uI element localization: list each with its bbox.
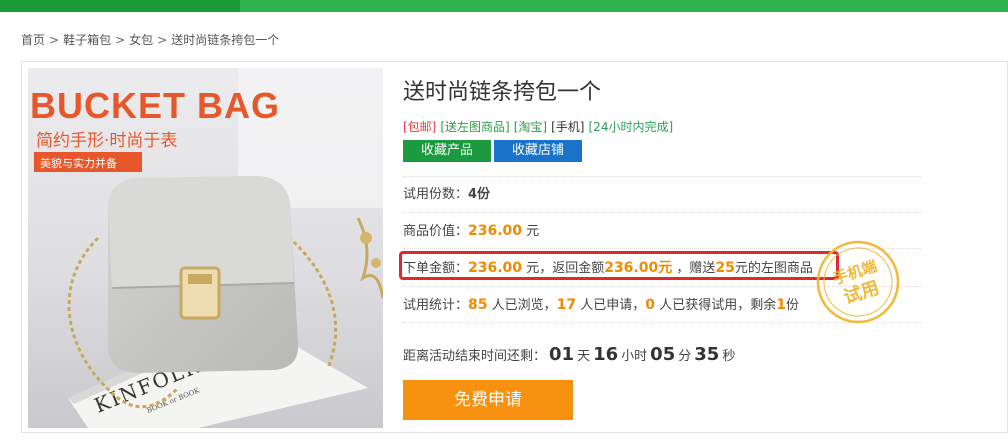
product-panel: BUCKET BAG 简约手形·时尚于表 美貌与实力并备 KINFOLK BOO…	[21, 61, 1008, 433]
trial-count-label: 试用份数：	[403, 187, 469, 202]
product-title: 送时尚链条挎包一个	[403, 80, 602, 105]
countdown-minutes-unit: 分	[678, 349, 692, 364]
price-unit: 元	[526, 224, 540, 239]
countdown-days-unit: 天	[577, 349, 591, 364]
price-label: 商品价值：	[403, 224, 469, 239]
tag-24h: [24小时内完成]	[588, 120, 674, 134]
trial-count-value: 4份	[468, 187, 491, 202]
order-highlight-box	[399, 251, 839, 280]
breadcrumb-home[interactable]: 首页	[21, 31, 45, 48]
product-image: BUCKET BAG 简约手形·时尚于表 美貌与实力并备 KINFOLK BOO…	[28, 68, 383, 428]
stats-applies: 17	[556, 297, 577, 313]
tag-free-shipping: [包邮]	[403, 120, 437, 134]
breadcrumb-bags[interactable]: 鞋子箱包	[63, 31, 111, 48]
countdown-hours: 16	[593, 344, 619, 365]
tag-taobao: [淘宝]	[513, 120, 548, 134]
countdown-seconds: 35	[694, 344, 720, 365]
breadcrumb-separator: >	[115, 33, 126, 47]
tag-list: [包邮] [送左图商品] [淘宝] [手机] [24小时内完成]	[403, 118, 677, 135]
countdown-minutes: 05	[650, 344, 676, 365]
countdown-hours-unit: 小时	[621, 349, 648, 364]
countdown-days: 01	[549, 344, 575, 365]
stats-views-text: 人已浏览，	[491, 298, 557, 313]
stats-views: 85	[468, 297, 488, 313]
stats-won-text: 人已获得试用，剩余	[659, 298, 777, 313]
stats-applies-text: 人已申请，	[580, 298, 646, 313]
tag-gift-item: [送左图商品]	[440, 120, 510, 134]
top-navigation-bar	[0, 0, 1008, 12]
stats-remaining: 1	[776, 297, 786, 313]
stats-remaining-text: 份	[785, 298, 799, 313]
breadcrumb-separator: >	[49, 33, 60, 47]
favorite-product-button[interactable]: 收藏产品	[403, 140, 491, 162]
breadcrumb: 首页 > 鞋子箱包 > 女包 > 送时尚链条挎包一个	[21, 31, 279, 48]
stats-label: 试用统计：	[403, 298, 469, 313]
favorite-shop-button[interactable]: 收藏店铺	[494, 140, 582, 162]
breadcrumb-womens-bags[interactable]: 女包	[129, 31, 153, 48]
countdown-timer: 距离活动结束时间还剩： 01 天 16 小时 05 分 35 秒	[403, 344, 735, 365]
price-value: 236.00	[468, 223, 523, 239]
free-apply-button[interactable]: 免费申请	[403, 380, 573, 420]
mobile-trial-stamp: 手机端 试用	[816, 240, 900, 324]
top-bar-accent	[0, 0, 240, 12]
image-subline: 简约手形·时尚于表	[36, 131, 177, 151]
countdown-label: 距离活动结束时间还剩：	[403, 349, 547, 364]
tag-mobile: [手机]	[551, 120, 585, 134]
trial-count-row: 试用份数：4份	[403, 176, 921, 212]
image-badge-text: 美貌与实力并备	[40, 156, 117, 170]
stats-won: 0	[645, 297, 656, 313]
breadcrumb-separator: >	[157, 33, 168, 47]
favorite-buttons: 收藏产品 收藏店铺	[403, 139, 582, 162]
countdown-seconds-unit: 秒	[722, 349, 736, 364]
breadcrumb-current: 送时尚链条挎包一个	[171, 33, 280, 47]
image-headline: BUCKET BAG	[30, 85, 280, 126]
